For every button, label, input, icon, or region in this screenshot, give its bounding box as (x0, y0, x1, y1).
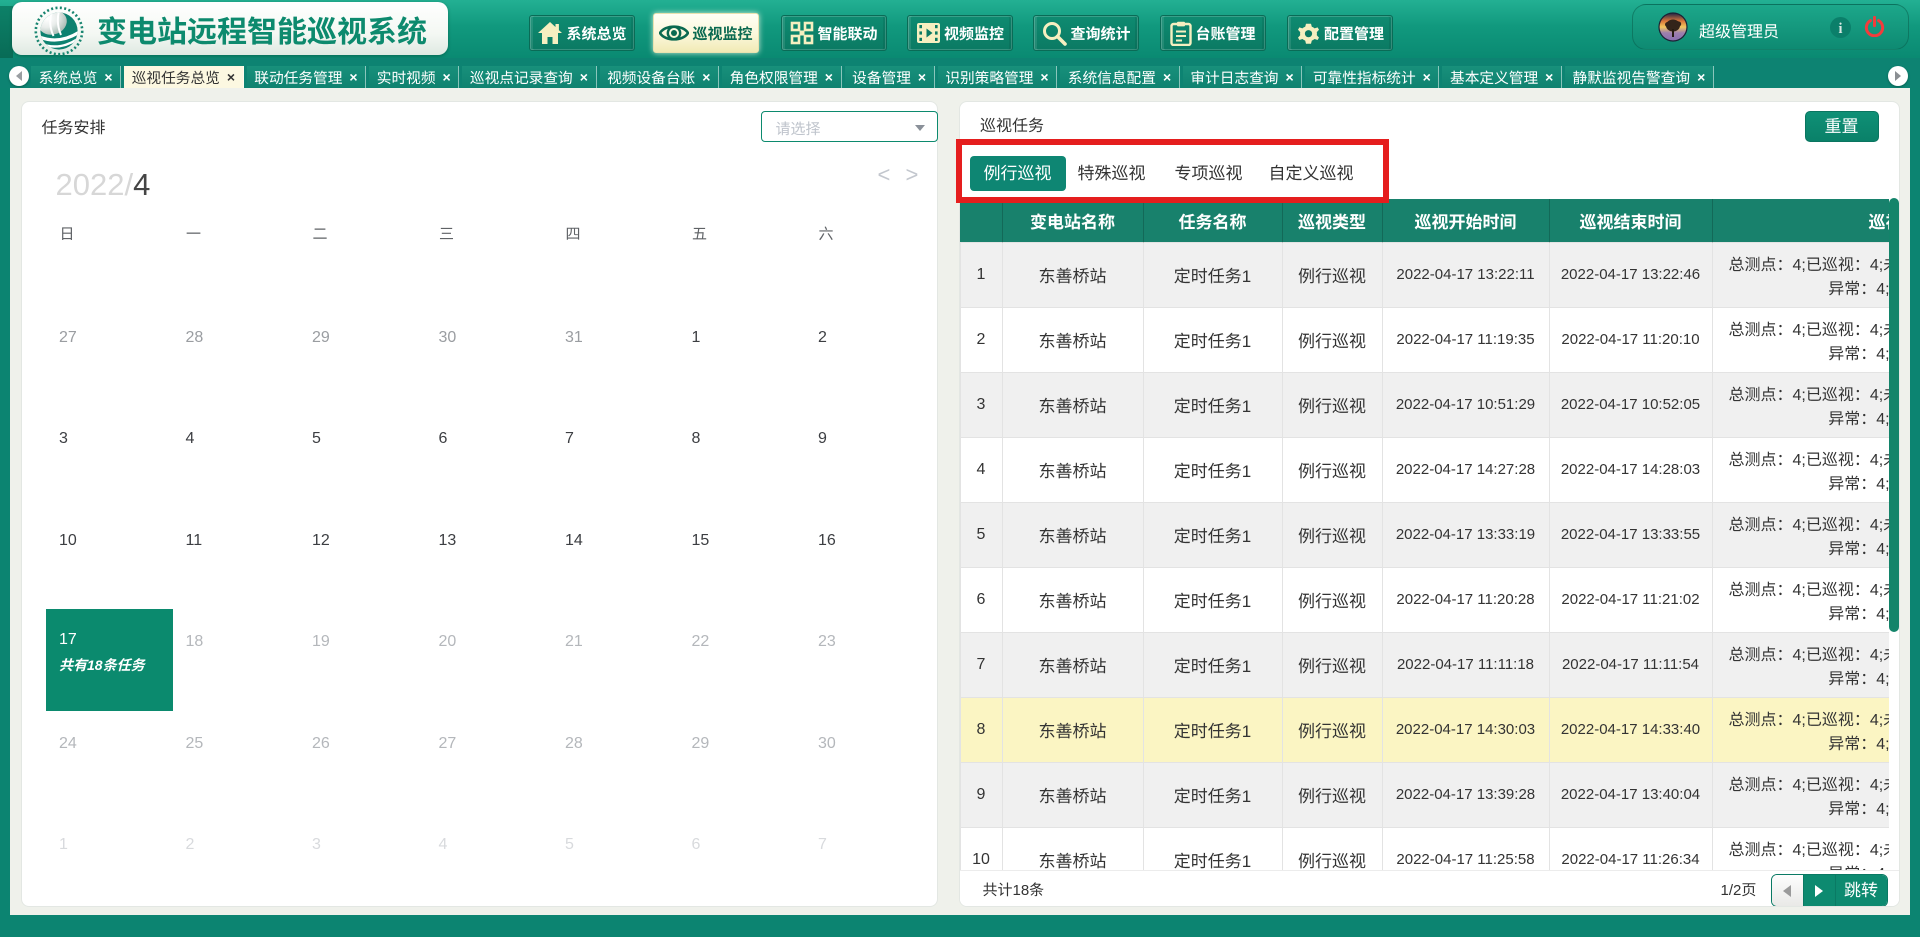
svg-text:i: i (1839, 21, 1843, 37)
